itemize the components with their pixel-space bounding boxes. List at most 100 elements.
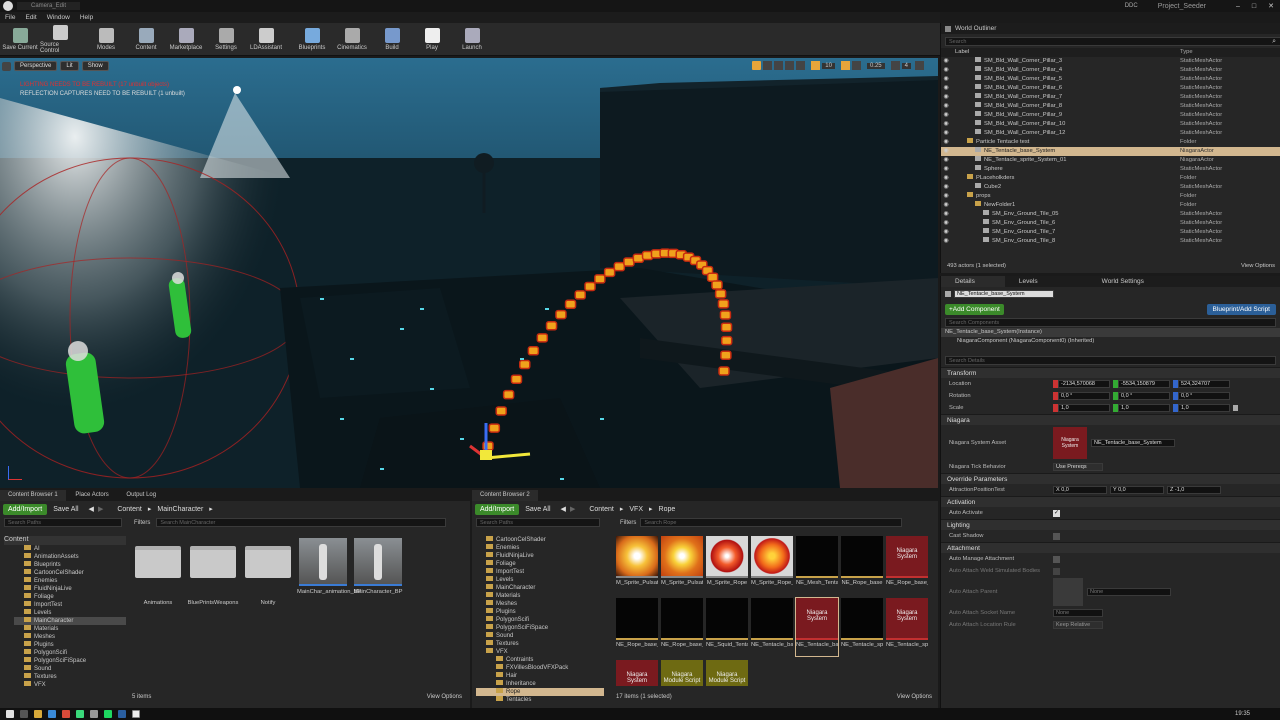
lock-icon[interactable] [1233, 405, 1238, 411]
explorer-icon[interactable] [34, 710, 42, 718]
world-local-icon[interactable] [785, 61, 795, 70]
lighting-section[interactable]: Lighting [941, 519, 1280, 530]
cb2-back-icon[interactable]: ◀ [561, 505, 566, 513]
cb1-tree-item[interactable]: Levels [14, 609, 126, 617]
outliner-row[interactable]: ◉ props Folder [941, 192, 1280, 201]
niagara-asset-thumbnail[interactable]: Niagara System [1053, 427, 1087, 459]
window-tab[interactable]: Camera_Edit [17, 2, 81, 10]
visibility-eye-icon[interactable]: ◉ [941, 174, 951, 183]
visibility-eye-icon[interactable]: ◉ [941, 147, 951, 156]
menu-window[interactable]: Window [47, 14, 70, 21]
niagara-section[interactable]: Niagara [941, 414, 1280, 425]
show-button[interactable]: Show [81, 61, 109, 71]
grid-size-value[interactable]: 4 [901, 62, 911, 69]
blueprint-add-script-button[interactable]: Blueprint/Add Script [1206, 303, 1276, 315]
cb2-tree-item[interactable]: PolygonSciFiSpace [476, 624, 604, 632]
cb1-view-options[interactable]: View Options [427, 694, 462, 700]
auto-activate-checkbox[interactable]: ✓ [1053, 509, 1060, 517]
cb2-path-rope[interactable]: Rope [659, 506, 676, 513]
visibility-eye-icon[interactable]: ◉ [941, 75, 951, 84]
cb2-asset-tile[interactable]: M_Sprite_Pulsating_Inst [661, 536, 703, 594]
visibility-eye-icon[interactable]: ◉ [941, 57, 951, 66]
cb1-search-paths[interactable]: Search Paths [4, 518, 122, 527]
search-icon[interactable] [20, 710, 28, 718]
maximize-icon[interactable]: □ [1252, 3, 1256, 10]
visibility-eye-icon[interactable]: ◉ [941, 129, 951, 138]
cb2-tree-item[interactable]: Rope [476, 688, 604, 696]
browser-icon[interactable] [48, 710, 56, 718]
perspective-button[interactable]: Perspective [14, 61, 58, 71]
toolbar-modes-button[interactable]: Modes [86, 23, 126, 56]
cb2-tree-item[interactable]: Tentacles [476, 696, 604, 704]
visibility-eye-icon[interactable]: ◉ [941, 102, 951, 111]
toolbar-content-button[interactable]: Content [126, 23, 166, 56]
outliner-view-options[interactable]: View Options [1241, 263, 1275, 269]
outliner-row[interactable]: ◉ SM_Bld_Wall_Corner_Pillar_5 StaticMeshAc… [941, 75, 1280, 84]
cb2-asset-tile[interactable]: Niagara System NE_Tentacle_sprite_System [886, 598, 928, 656]
visibility-eye-icon[interactable]: ◉ [941, 228, 951, 237]
close-icon[interactable]: ✕ [1268, 2, 1274, 10]
visibility-eye-icon[interactable]: ◉ [941, 84, 951, 93]
cb1-path-content[interactable]: Content [117, 506, 142, 513]
scale-tool-icon[interactable] [774, 61, 784, 70]
attach-socket-field[interactable]: None [1053, 609, 1103, 617]
search-components-input[interactable]: Search Components [945, 318, 1276, 327]
weld-checkbox[interactable] [1053, 567, 1060, 575]
outliner-row[interactable]: ◉ SM_Bld_Wall_Corner_Pillar_3 StaticMeshAc… [941, 57, 1280, 66]
camera-speed-value[interactable]: 0.25 [866, 62, 885, 69]
cb2-asset-tile[interactable]: Niagara System NE_Rope_base_System [886, 536, 928, 594]
search-details-input[interactable]: Search Details [945, 356, 1276, 365]
start-icon[interactable] [6, 710, 14, 718]
maximize-viewport-icon[interactable] [915, 61, 924, 70]
cb2-tree-item[interactable]: Hair [476, 672, 604, 680]
cb1-tree-item[interactable]: ImportTest [14, 601, 126, 609]
scale-snap-icon[interactable] [851, 61, 861, 70]
cb1-tree-item[interactable]: CartoonCelShader [14, 569, 126, 577]
transform-section[interactable]: Transform [941, 367, 1280, 378]
outliner-row[interactable]: ◉ SM_Bld_Wall_Corner_Pillar_12 StaticMeshA… [941, 129, 1280, 138]
outliner-row[interactable]: ◉ Cube2 StaticMeshActor [941, 183, 1280, 192]
visibility-eye-icon[interactable]: ◉ [941, 192, 951, 201]
rotation-snap-icon[interactable] [840, 61, 850, 70]
cb1-tree-item[interactable]: VFX [14, 681, 126, 689]
cb2-tree-item[interactable]: Contraints [476, 656, 604, 664]
surface-snap-icon[interactable] [796, 61, 806, 70]
chrome-icon[interactable] [62, 710, 70, 718]
outliner-row[interactable]: ◉ NE_Tentacle_base_System NiagaraActor [941, 147, 1280, 156]
toolbar-play-button[interactable]: Play [412, 23, 452, 56]
cb1-filters-button[interactable]: Filters [134, 520, 150, 526]
viewport-menu-icon[interactable] [2, 61, 11, 71]
activation-section[interactable]: Activation [941, 496, 1280, 507]
cb2-tree-item[interactable]: MainCharacter [476, 584, 604, 592]
tab-content-browser-2[interactable]: Content Browser 2 [472, 490, 538, 501]
cb2-path-content[interactable]: Content [589, 506, 614, 513]
outliner-row[interactable]: ◉ Particle Tentacle test Folder [941, 138, 1280, 147]
actor-name-field[interactable]: NE_Tentacle_base_System [954, 290, 1054, 298]
cb1-path-maincharacter[interactable]: MainCharacter [157, 506, 203, 513]
cb2-tree-item[interactable]: Levels [476, 576, 604, 584]
tick-behavior-dropdown[interactable]: Use Prereqs [1053, 463, 1103, 471]
override-section[interactable]: Override Parameters [941, 473, 1280, 484]
cb2-add-import-button[interactable]: Add/Import [475, 503, 520, 515]
blueprint-asset[interactable]: MainChar_animation_BP [297, 538, 361, 595]
rotation-label[interactable]: Rotation [941, 393, 1053, 399]
minimize-icon[interactable]: – [1236, 3, 1240, 10]
outliner-row[interactable]: ◉ SM_Bld_Wall_Corner_Pillar_6 StaticMeshAc… [941, 84, 1280, 93]
taskbar-clock[interactable]: 19:35 [1235, 711, 1250, 717]
cb1-tree-item[interactable]: AnimationAssets [14, 553, 126, 561]
location-y[interactable]: -5534,150879 [1118, 380, 1170, 388]
attach-parent-dropdown[interactable]: None [1087, 588, 1171, 596]
lit-button[interactable]: Lit [60, 61, 79, 71]
scale-z[interactable]: 1,0 [1178, 404, 1230, 412]
tab-content-browser-1[interactable]: Content Browser 1 [0, 490, 66, 501]
visibility-eye-icon[interactable]: ◉ [941, 66, 951, 75]
cb2-asset-tile[interactable]: M_Sprite_Pulsating [616, 536, 658, 594]
cb2-asset-tile[interactable]: Niagara Module Script [661, 660, 703, 686]
grid-snap-icon[interactable] [811, 61, 821, 70]
niagara-asset-dropdown[interactable]: NE_Tentacle_base_System [1091, 439, 1175, 447]
cb2-tree-item[interactable]: Materials [476, 592, 604, 600]
attraction-x[interactable]: X 0,0 [1053, 486, 1107, 494]
outliner-tab[interactable]: World Outliner [955, 23, 996, 34]
cb1-add-import-button[interactable]: Add/Import [3, 503, 48, 515]
visibility-eye-icon[interactable]: ◉ [941, 237, 951, 246]
